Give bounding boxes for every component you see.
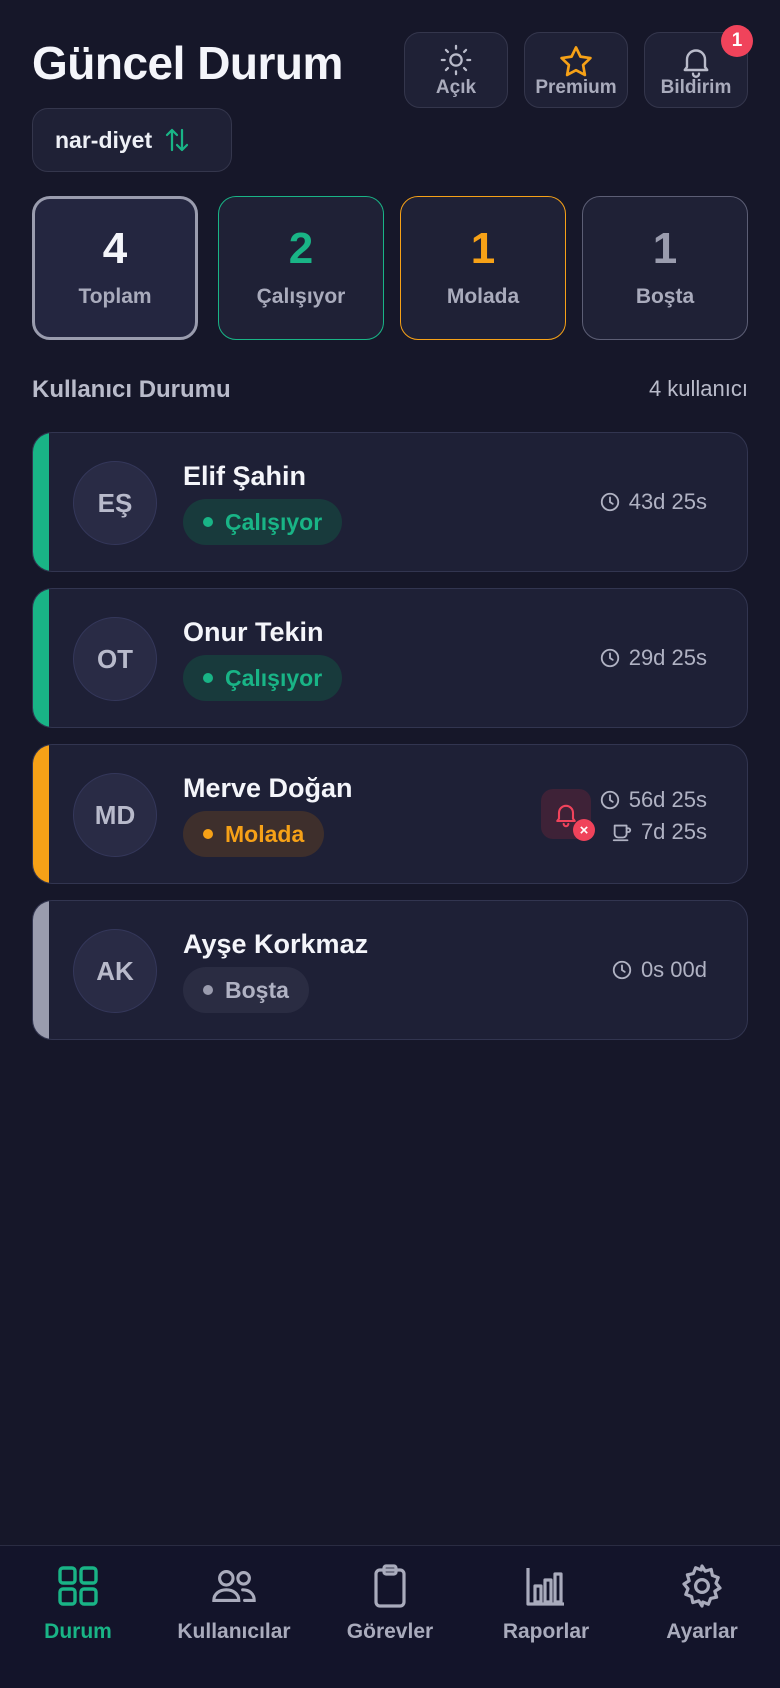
work-time-value: 56d 25s — [628, 787, 707, 812]
user-card[interactable]: OT Onur Tekin Çalışıyor 29d 25s — [32, 588, 748, 728]
page-title: Güncel Durum — [32, 37, 343, 89]
theme-button-label: Açık — [435, 77, 477, 98]
stat-working[interactable]: 2 Çalışıyor — [218, 196, 384, 340]
workspace-name: nar-diyet — [55, 126, 153, 153]
stat-idle[interactable]: 1 Boşta — [582, 196, 748, 340]
theme-button[interactable]: Açık — [404, 32, 508, 108]
status-bar — [33, 589, 49, 727]
stat-working-label: Çalışıyor — [256, 285, 346, 308]
user-card[interactable]: MD Merve Doğan Molada × 56d 25s 7d 25s — [32, 744, 748, 884]
stat-break-label: Molada — [446, 285, 520, 308]
nav-label: Kullanıcılar — [177, 1620, 291, 1643]
notification-badge: 1 — [721, 25, 753, 57]
premium-button[interactable]: Premium — [524, 32, 628, 108]
grid-icon — [58, 1566, 98, 1606]
notifications-button[interactable]: Bildirim 1 — [644, 25, 753, 108]
status-dot — [203, 985, 213, 995]
users-icon — [212, 1570, 256, 1602]
nav-label: Görevler — [346, 1620, 434, 1643]
clock-icon — [612, 960, 632, 980]
swap-vertical-icon — [166, 128, 189, 152]
status-dot — [203, 829, 213, 839]
work-time: 0s 00d — [611, 957, 707, 983]
work-time: 56d 25s — [599, 787, 707, 813]
stat-idle-value: 1 — [652, 224, 678, 273]
work-time-value: 29d 25s — [628, 645, 707, 670]
clock-icon — [600, 790, 619, 810]
work-time: 29d 25s — [599, 645, 707, 671]
nav-label: Ayarlar — [666, 1620, 738, 1643]
bar-chart-icon — [526, 1568, 564, 1606]
stat-total[interactable]: 4 Toplam — [32, 196, 198, 340]
section-title: Kullanıcı Durumu — [32, 376, 231, 403]
gear-icon — [682, 1564, 722, 1608]
avatar: EŞ — [73, 461, 157, 545]
stat-idle-label: Boşta — [635, 285, 695, 308]
nav-item-kullanicilar[interactable]: Kullanıcılar — [156, 1562, 312, 1644]
work-time-value: 0s 00d — [640, 957, 707, 982]
status-bar — [33, 433, 49, 571]
user-name: Ayşe Korkmaz — [183, 929, 369, 959]
avatar: MD — [73, 773, 157, 857]
avatar: AK — [73, 929, 157, 1013]
work-time-value: 43d 25s — [628, 489, 707, 514]
clock-icon — [600, 648, 619, 668]
stat-break-value: 1 — [470, 224, 496, 273]
avatar: OT — [73, 617, 157, 701]
star-icon — [560, 46, 592, 77]
break-time: 7d 25s — [611, 819, 707, 845]
bottom-nav: Durum Kullanıcılar Görevler Raporlar Aya… — [0, 1545, 780, 1688]
sun-icon — [440, 44, 472, 76]
clipboard-icon — [374, 1564, 406, 1608]
status-bar — [33, 901, 49, 1039]
nav-item-gorevler[interactable]: Görevler — [312, 1562, 468, 1644]
user-card[interactable]: EŞ Elif Şahin Çalışıyor 43d 25s — [32, 432, 748, 572]
user-name: Merve Doğan — [183, 773, 353, 803]
nav-item-ayarlar[interactable]: Ayarlar — [624, 1562, 780, 1644]
bell-icon — [683, 49, 709, 78]
status-badge: Boşta — [183, 967, 309, 1013]
nav-item-raporlar[interactable]: Raporlar — [468, 1562, 624, 1644]
clock-icon — [600, 492, 619, 512]
workspace-selector[interactable]: nar-diyet — [32, 108, 232, 172]
status-bar — [33, 745, 49, 883]
status-label: Boşta — [225, 976, 289, 1003]
user-card[interactable]: AK Ayşe Korkmaz Boşta 0s 00d — [32, 900, 748, 1040]
notifications-button-label: Bildirim — [660, 77, 732, 98]
break-alert-button[interactable]: × — [541, 789, 595, 841]
stat-working-value: 2 — [288, 224, 314, 273]
break-time-value: 7d 25s — [640, 819, 707, 844]
user-name: Onur Tekin — [183, 617, 324, 647]
status-label: Çalışıyor — [225, 508, 323, 535]
stat-break[interactable]: 1 Molada — [400, 196, 566, 340]
stat-total-label: Toplam — [78, 285, 152, 308]
status-dot — [203, 517, 213, 527]
status-badge: Molada — [183, 811, 325, 857]
user-count: 4 kullanıcı — [648, 376, 748, 401]
nav-label: Durum — [44, 1620, 112, 1643]
status-badge: Çalışıyor — [183, 655, 343, 701]
user-name: Elif Şahin — [183, 461, 307, 491]
nav-label: Raporlar — [502, 1620, 590, 1643]
work-time: 43d 25s — [599, 489, 707, 515]
close-icon: × — [573, 819, 595, 841]
status-label: Molada — [225, 820, 305, 847]
coffee-icon — [612, 824, 632, 842]
status-dot — [203, 673, 213, 683]
nav-item-durum[interactable]: Durum — [0, 1562, 156, 1644]
status-label: Çalışıyor — [225, 664, 323, 691]
status-badge: Çalışıyor — [183, 499, 343, 545]
stat-total-value: 4 — [102, 224, 128, 273]
